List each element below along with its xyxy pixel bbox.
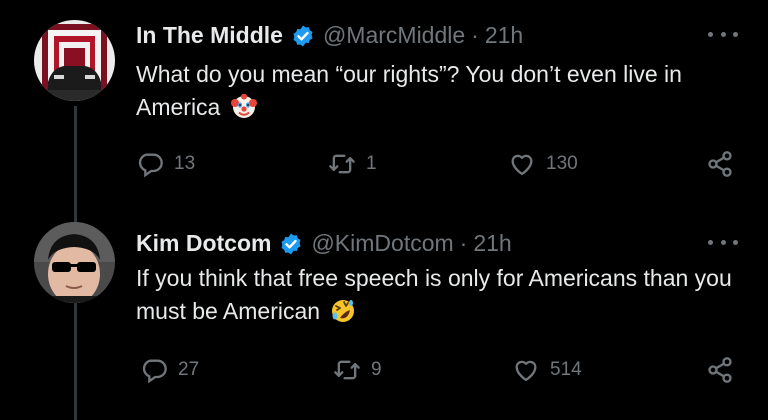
tweet-actions: 27 9 514 — [0, 356, 768, 390]
heart-icon — [515, 360, 537, 382]
share-icon — [708, 357, 732, 383]
avatar[interactable] — [34, 222, 115, 303]
repost-count: 9 — [371, 359, 382, 380]
reply-icon — [142, 359, 167, 384]
tweet-thread: In The Middle @MarcMiddle · 21h What do … — [0, 0, 768, 420]
tweet[interactable]: Kim Dotcom @KimDotcom · 21h If you think… — [0, 0, 768, 420]
repost-icon — [334, 360, 360, 380]
more-icon[interactable] — [708, 232, 738, 252]
display-name[interactable]: Kim Dotcom — [136, 230, 271, 257]
handle[interactable]: @KimDotcom — [311, 230, 453, 257]
like-count: 514 — [550, 359, 582, 380]
rolling-on-floor-laughing-icon — [332, 300, 355, 322]
share-button[interactable] — [706, 356, 734, 384]
separator-dot: · — [459, 230, 468, 256]
reply-button[interactable]: 27 — [140, 356, 199, 384]
reply-count: 27 — [178, 359, 200, 380]
tweet-header: Kim Dotcom @KimDotcom · 21h — [136, 230, 512, 257]
timestamp[interactable]: 21h — [473, 230, 511, 257]
repost-button[interactable]: 9 — [333, 356, 382, 384]
verified-badge-icon — [281, 233, 301, 254]
tweet-text-content: If you think that free speech is only fo… — [136, 265, 732, 324]
tweet-text: If you think that free speech is only fo… — [136, 262, 736, 328]
like-button[interactable]: 514 — [512, 356, 582, 384]
